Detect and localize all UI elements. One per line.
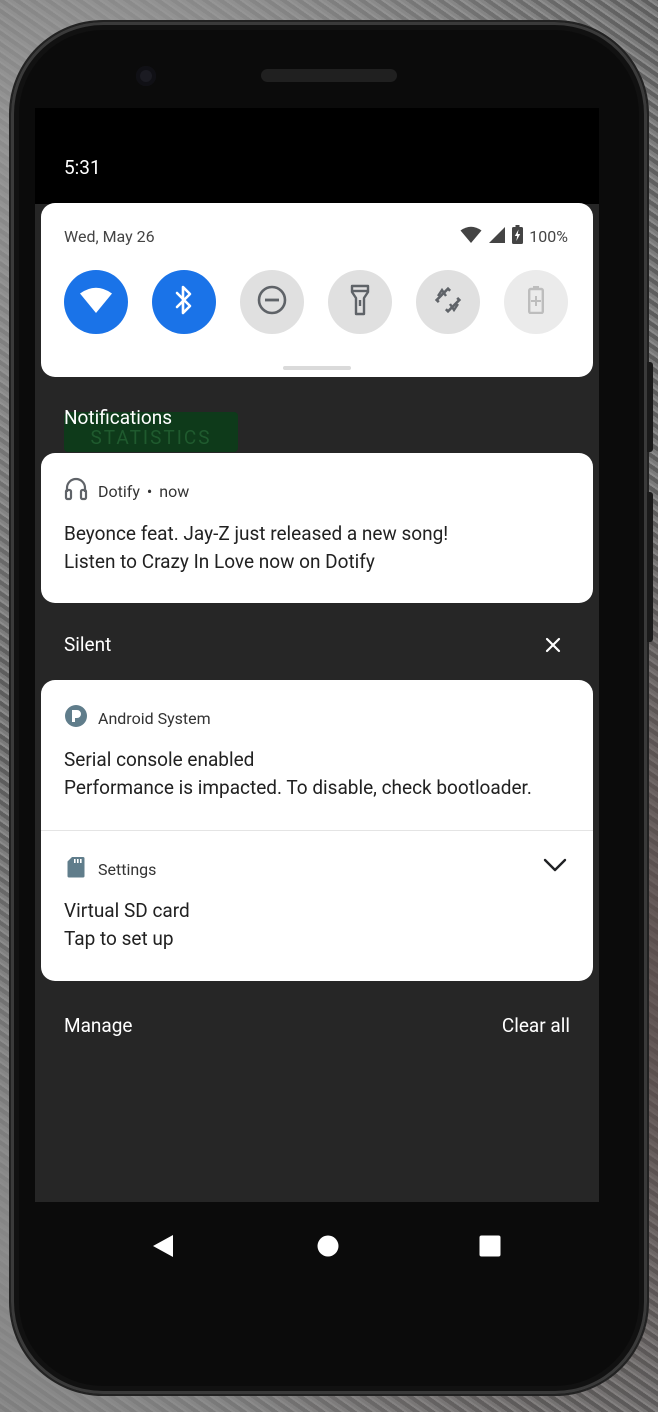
quick-settings-panel[interactable]: Wed, May 26 100% — [41, 203, 593, 377]
expand-notification-button[interactable] — [543, 857, 567, 877]
android-system-notification[interactable]: Android System Serial console enabled Pe… — [41, 680, 593, 830]
status-clock: 5:31 — [64, 156, 101, 179]
android-system-notification-header: Android System — [64, 704, 211, 732]
dotify-notification[interactable]: Dotify • now Beyonce feat. Jay-Z just re… — [41, 453, 593, 603]
notifications-section-title: Notifications — [64, 406, 173, 429]
qs-tile-wifi[interactable] — [64, 270, 128, 334]
qs-tile-flashlight[interactable] — [328, 270, 392, 334]
android-system-icon — [64, 704, 88, 732]
qs-date[interactable]: Wed, May 26 — [64, 227, 155, 246]
qs-drag-handle[interactable] — [283, 366, 351, 370]
settings-notification-title: Virtual SD card — [64, 899, 190, 922]
volume-button — [647, 362, 653, 452]
front-camera — [136, 66, 156, 86]
qs-tile-do-not-disturb[interactable] — [240, 270, 304, 334]
headphones-icon — [64, 476, 88, 506]
back-button[interactable] — [141, 1226, 185, 1270]
home-circle-icon — [317, 1235, 339, 1261]
do-not-disturb-icon — [256, 284, 288, 320]
android-system-app-name: Android System — [98, 708, 211, 728]
battery-saver-icon — [528, 286, 545, 318]
dotify-app-name: Dotify — [98, 481, 140, 501]
dotify-timestamp: now — [159, 481, 190, 501]
chevron-down-icon — [543, 858, 567, 877]
flashlight-icon — [349, 284, 371, 320]
settings-notification[interactable]: Settings Virtual SD card Tap to set up — [41, 831, 593, 981]
power-button — [647, 492, 653, 642]
qs-tile-auto-rotate[interactable] — [416, 270, 480, 334]
recents-square-icon — [479, 1235, 501, 1261]
back-triangle-icon — [152, 1234, 174, 1262]
status-bar: 5:31 — [35, 108, 599, 204]
notification-shade: 5:31 Wed, May 26 100% STATISTICS Notific… — [35, 108, 599, 1202]
home-button[interactable] — [306, 1226, 350, 1270]
close-icon — [543, 637, 563, 659]
settings-app-name: Settings — [98, 859, 157, 879]
wifi-icon — [79, 286, 113, 318]
auto-rotate-icon — [432, 284, 464, 320]
recents-button[interactable] — [468, 1226, 512, 1270]
qs-tile-bluetooth[interactable] — [152, 270, 216, 334]
android-system-notification-text: Performance is impacted. To disable, che… — [64, 776, 532, 799]
battery-charging-icon — [512, 225, 524, 248]
clear-all-button[interactable]: Clear all — [502, 1014, 570, 1037]
settings-notification-body: Virtual SD card Tap to set up — [64, 897, 190, 953]
settings-notification-text: Tap to set up — [64, 927, 174, 950]
battery-percent: 100% — [529, 227, 568, 246]
earpiece-speaker — [261, 69, 397, 82]
dotify-notification-title: Beyonce feat. Jay-Z just released a new … — [64, 522, 449, 545]
dotify-notification-body: Beyonce feat. Jay-Z just released a new … — [64, 520, 448, 576]
sd-card-icon — [64, 855, 88, 883]
settings-notification-header: Settings — [64, 855, 156, 883]
silent-notifications-group: Android System Serial console enabled Pe… — [41, 680, 593, 981]
wifi-signal-icon — [460, 226, 482, 248]
dotify-notification-text: Listen to Crazy In Love now on Dotify — [64, 550, 375, 573]
dotify-notification-header: Dotify • now — [64, 476, 189, 506]
qs-tiles — [64, 270, 568, 334]
qs-status-icons: 100% — [460, 225, 568, 248]
bluetooth-icon — [173, 284, 195, 320]
navigation-bar — [35, 1202, 599, 1294]
dismiss-silent-button[interactable] — [543, 635, 563, 659]
android-system-notification-body: Serial console enabled Performance is im… — [64, 746, 532, 802]
qs-tile-battery-saver[interactable] — [504, 270, 568, 334]
android-system-notification-title: Serial console enabled — [64, 748, 255, 771]
dotify-separator-dot: • — [146, 481, 153, 501]
silent-section-title: Silent — [64, 633, 112, 656]
cell-signal-icon — [488, 226, 506, 248]
manage-button[interactable]: Manage — [64, 1014, 133, 1037]
